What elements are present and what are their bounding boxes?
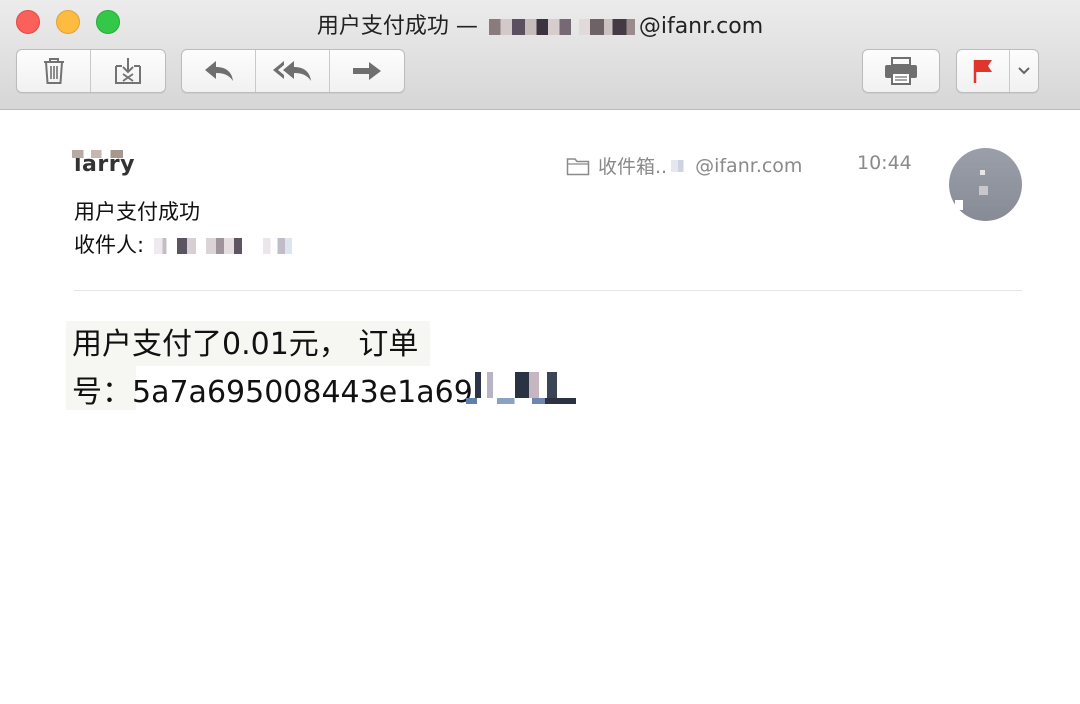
redacted-text — [206, 238, 247, 254]
recipient-row: 收件人: — [74, 229, 293, 259]
mail-window: 用户支付成功 — @ifanr.com larry 收件箱.. @ifanr.c… — [0, 0, 1080, 704]
reply-all-icon — [272, 59, 314, 83]
avatar — [949, 148, 1022, 221]
redacted-text — [475, 372, 575, 398]
flag-menu-button[interactable] — [1010, 50, 1038, 92]
mailbox-info[interactable]: 收件箱.. @ifanr.com — [566, 152, 802, 179]
reply-group — [181, 49, 405, 93]
toolbar: 用户支付成功 — @ifanr.com — [0, 0, 1080, 110]
mailbox-label: 收件箱.. — [598, 156, 668, 178]
reply-button[interactable] — [182, 50, 256, 92]
message-time: 10:44 — [857, 152, 912, 174]
redacted-text — [488, 19, 571, 35]
print-button[interactable] — [863, 50, 939, 92]
body-line-1: 用户支付了0.01元， 订单 — [72, 327, 419, 362]
redacted-text — [154, 238, 197, 254]
window-title: 用户支付成功 — @ifanr.com — [0, 8, 1080, 40]
redacted-text — [578, 19, 635, 35]
delete-button[interactable] — [17, 50, 91, 92]
forward-button[interactable] — [330, 50, 404, 92]
message-subject: 用户支付成功 — [74, 200, 200, 224]
printer-icon — [883, 57, 919, 85]
delete-junk-group — [16, 49, 166, 93]
flag-group — [956, 49, 1039, 93]
header-divider — [74, 290, 1022, 291]
redacted-text — [671, 159, 690, 172]
recipient-label: 收件人: — [74, 233, 145, 257]
window-title-domain: @ifanr.com — [638, 14, 764, 39]
mailbox-account: @ifanr.com — [695, 154, 803, 177]
reply-icon — [202, 59, 236, 83]
print-group — [862, 49, 940, 93]
flag-icon — [972, 58, 994, 84]
trash-icon — [41, 56, 67, 86]
junk-button[interactable] — [91, 50, 165, 92]
folder-icon — [566, 156, 590, 176]
redacted-text — [466, 398, 576, 404]
redacted-text — [256, 238, 293, 254]
window-title-text: 用户支付成功 — — [316, 14, 485, 39]
chevron-down-icon — [1017, 66, 1031, 76]
junk-icon — [113, 56, 143, 86]
flag-button[interactable] — [957, 50, 1010, 92]
reply-all-button[interactable] — [256, 50, 330, 92]
forward-icon — [351, 59, 383, 83]
redacted-text — [72, 150, 136, 158]
